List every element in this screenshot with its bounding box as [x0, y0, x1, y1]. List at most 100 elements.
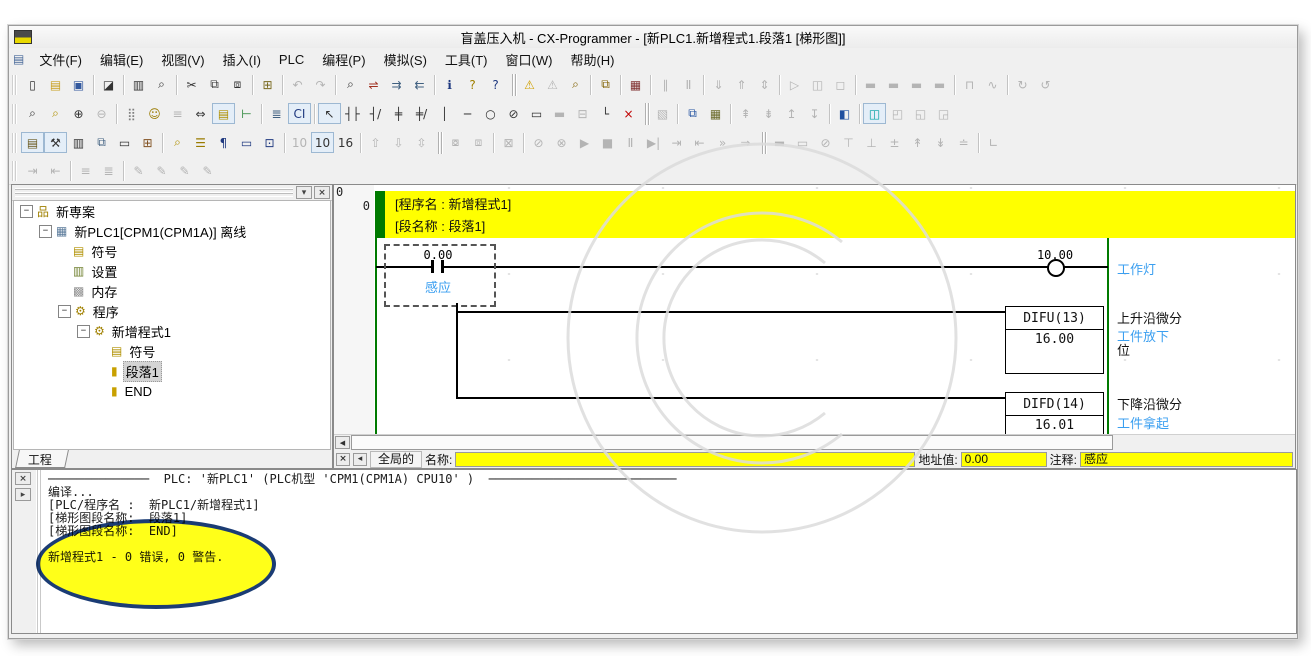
toggle-grid-button[interactable]: ⣿	[120, 103, 143, 124]
find-compile-error-button[interactable]: ⌕	[564, 74, 587, 95]
toolbar-grip[interactable]	[12, 104, 17, 124]
ladder-horizontal-scrollbar[interactable]: ◀	[334, 434, 1295, 450]
new-or-contact-button[interactable]: ╪	[387, 103, 410, 124]
tree-item-settings[interactable]: ▥设置	[14, 261, 330, 281]
new-closed-contact-button[interactable]: ┤/	[364, 103, 387, 124]
output-close-button[interactable]: ×	[15, 472, 31, 485]
new-horizontal-line-button[interactable]: ─	[456, 103, 479, 124]
menu-item-menu-plc[interactable]: PLC	[270, 48, 313, 71]
menu-item-menu-window[interactable]: 窗口(W)	[497, 48, 562, 71]
tree-item-program-symbols[interactable]: ▤符号	[14, 341, 330, 361]
tree-item-section-end[interactable]: ▮END	[14, 381, 330, 401]
cut-button[interactable]: ✂	[180, 74, 203, 95]
compile-program-button[interactable]: ⚠	[518, 74, 541, 95]
change-view-button[interactable]: ◪	[97, 74, 120, 95]
toggle-local-symbols-button[interactable]: ▭	[113, 132, 136, 153]
output-nav-button[interactable]: ▸	[15, 488, 31, 501]
print-preview-button[interactable]: ⌕	[150, 74, 173, 95]
scrollbar-thumb[interactable]	[351, 435, 1113, 450]
name-field[interactable]	[455, 452, 915, 467]
symbol-bar-close-button[interactable]: ×	[336, 453, 350, 466]
menu-item-menu-help[interactable]: 帮助(H)	[561, 48, 623, 71]
symbol-bar-nav-button[interactable]: ◂	[353, 453, 367, 466]
transfer-check-button[interactable]: ⧉	[594, 74, 617, 95]
toolbar-grip[interactable]	[12, 75, 17, 95]
expand-toggle-icon[interactable]: −	[77, 325, 90, 338]
zoom-to-fit-button[interactable]: ⌕	[44, 103, 67, 124]
tree-item-section-end-label[interactable]: END	[123, 384, 154, 399]
title-bar[interactable]: 盲盖压入机 - CX-Programmer - [新PLC1.新增程式1.段落1…	[9, 26, 1297, 49]
help-button[interactable]: ?	[461, 74, 484, 95]
selected-cell-outline[interactable]	[384, 244, 496, 307]
zoom-in-button[interactable]: ⊕	[67, 103, 90, 124]
tree-item-memory-label[interactable]: 内存	[89, 282, 119, 301]
properties-button[interactable]: ℹ	[438, 74, 461, 95]
toolbar-grip[interactable]	[12, 161, 17, 181]
tree-item-program-1-label[interactable]: 新增程式1	[110, 322, 173, 341]
tree-item-settings-label[interactable]: 设置	[89, 262, 119, 281]
monitor-hex-button[interactable]: 16	[334, 132, 357, 153]
panel-dropdown-button[interactable]: ▾	[296, 186, 312, 199]
show-rung-dividers-button[interactable]: ▤	[212, 103, 235, 124]
tree-item-program-symbols-label[interactable]: 符号	[127, 342, 157, 361]
find-button[interactable]: ⌕	[339, 74, 362, 95]
send-changes-button[interactable]: ⧉	[681, 103, 704, 124]
difu-instruction-box[interactable]: DIFU(13) 16.00	[1005, 306, 1104, 374]
address-reference-tool-button[interactable]: ◧	[833, 103, 856, 124]
coil-symbol[interactable]	[1047, 259, 1065, 277]
new-contact-button[interactable]: ┤├	[341, 103, 364, 124]
coil-comment[interactable]: 工作灯	[1117, 259, 1156, 278]
toggle-project-window-button[interactable]: ▤	[21, 132, 44, 153]
tree-item-symbols[interactable]: ▤符号	[14, 241, 330, 261]
monitor-signed-decimal-button[interactable]: 10	[311, 132, 334, 153]
menu-item-menu-simulation[interactable]: 模拟(S)	[375, 48, 436, 71]
toolbar-grip[interactable]	[12, 133, 17, 153]
cross-reference-report-button[interactable]: ⧉	[90, 132, 113, 153]
properties-window-button[interactable]: ⊞	[136, 132, 159, 153]
new-or-closed-contact-button[interactable]: ╪/	[410, 103, 433, 124]
new-instruction-button[interactable]: ▭	[525, 103, 548, 124]
toggle-watch-window-button[interactable]: ▥	[67, 132, 90, 153]
tree-item-plc-label[interactable]: 新PLC1[CPM1(CPM1A)] 离线	[72, 222, 248, 241]
menu-item-menu-insert[interactable]: 插入(I)	[214, 48, 270, 71]
tree-item-project-root[interactable]: −品新専案	[14, 201, 330, 221]
toggle-output-window-button[interactable]: ⚒	[44, 132, 67, 153]
panel-close-button[interactable]: ×	[314, 186, 330, 199]
tree-item-programs-label[interactable]: 程序	[91, 302, 121, 321]
mnemonics-view-button[interactable]: ≣	[265, 103, 288, 124]
menu-item-menu-edit[interactable]: 编辑(E)	[91, 48, 152, 71]
watch-window-button[interactable]: ◫	[863, 103, 886, 124]
paste-button[interactable]: ⧈	[226, 74, 249, 95]
tree-item-program-1[interactable]: −⚙新增程式1	[14, 321, 330, 341]
address-field[interactable]: 0.00	[961, 452, 1047, 467]
comment-field[interactable]: 感应	[1080, 452, 1293, 467]
new-coil-button[interactable]: ○	[479, 103, 502, 124]
find-symbol-button[interactable]: ⇇	[408, 74, 431, 95]
delete-line-button[interactable]: ×	[617, 103, 640, 124]
expand-toggle-icon[interactable]: −	[20, 205, 33, 218]
menu-item-menu-file[interactable]: 文件(F)	[30, 48, 91, 71]
output-splitter[interactable]	[36, 470, 41, 633]
select-tool-button[interactable]: ↖	[318, 103, 341, 124]
memory-view-button[interactable]: ⊡	[258, 132, 281, 153]
ladder-editor[interactable]: [程序名 : 新增程式1] [段名称 : 段落1] 0.00 感应 10.00 …	[374, 185, 1295, 435]
tree-item-section-1-label[interactable]: 段落1	[123, 361, 162, 382]
expand-toggle-icon[interactable]: −	[58, 305, 71, 318]
open-project-button[interactable]: ▤	[44, 74, 67, 95]
difu-operand[interactable]: 16.00	[1006, 330, 1103, 349]
io-comment-view-button[interactable]: CI	[288, 103, 311, 124]
panel-drag-handle[interactable]	[15, 188, 293, 197]
menu-item-menu-program[interactable]: 编程(P)	[313, 48, 374, 71]
rung-wrap-button[interactable]: ⇔	[189, 103, 212, 124]
new-project-button[interactable]: ▯	[21, 74, 44, 95]
zoom-tool-button[interactable]: ⌕	[21, 103, 44, 124]
show-comments-button[interactable]: ☺	[143, 103, 166, 124]
symbol-tree-button[interactable]: ⊢	[235, 103, 258, 124]
copy-button[interactable]: ⧉	[203, 74, 226, 95]
dialog-view-button[interactable]: ▭	[235, 132, 258, 153]
io-table-button[interactable]: ☰	[189, 132, 212, 153]
context-help-button[interactable]: ?	[484, 74, 507, 95]
expand-toggle-icon[interactable]: −	[39, 225, 52, 238]
menu-item-menu-tools[interactable]: 工具(T)	[436, 48, 497, 71]
scroll-left-button[interactable]: ◀	[335, 436, 350, 449]
